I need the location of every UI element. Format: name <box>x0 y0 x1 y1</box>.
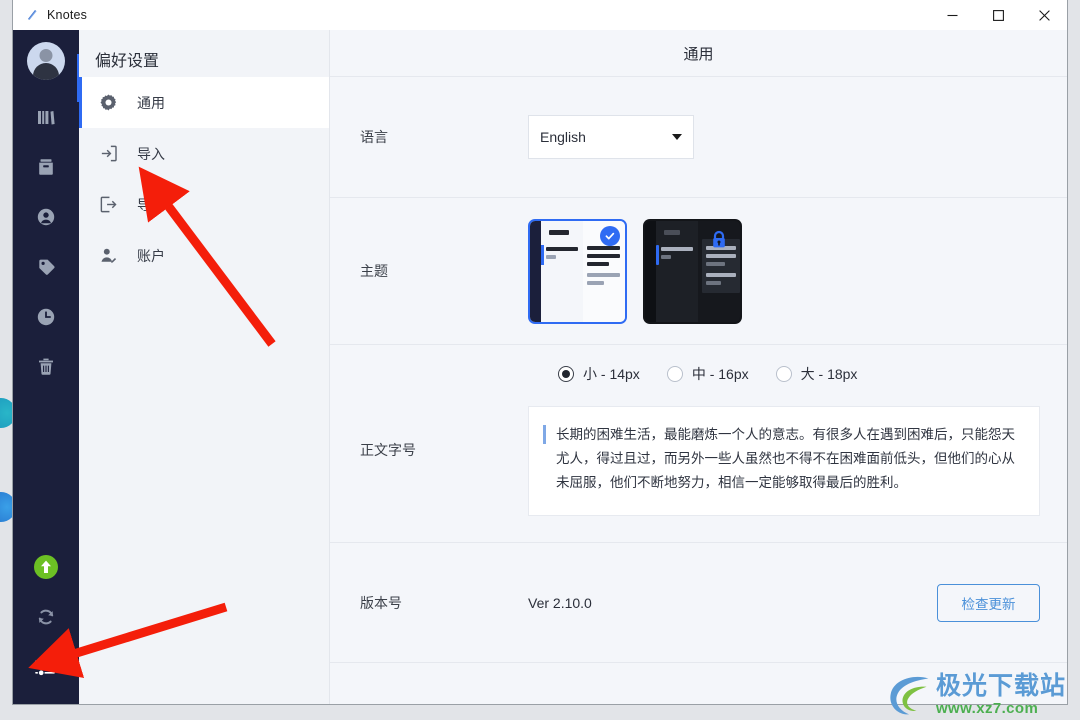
lock-icon <box>710 230 728 250</box>
sidebar-item-label: 账户 <box>137 247 165 264</box>
font-size-option-large[interactable]: 大 - 18px <box>775 364 858 384</box>
upload-arrow-circle-icon[interactable] <box>13 542 79 592</box>
sliders-settings-icon[interactable] <box>13 642 79 692</box>
font-size-option-small[interactable]: 小 - 14px <box>558 364 640 384</box>
theme-card-light[interactable] <box>528 218 627 324</box>
books-library-icon[interactable] <box>13 92 79 142</box>
app-title: Knotes <box>47 8 88 22</box>
window-controls <box>929 0 1067 30</box>
archive-box-icon[interactable] <box>13 142 79 192</box>
trash-bin-icon[interactable] <box>13 342 79 392</box>
font-preview-box: 长期的困难生活，最能磨炼一个人的意志。有很多人在遇到困难后，只能怨天尤人，得过且… <box>528 406 1040 516</box>
person-edit-icon <box>99 245 125 267</box>
rail-top-group <box>13 30 79 392</box>
row-language: 语言 English <box>330 77 1067 198</box>
main-panel: 通用 语言 English 主题 小 - 14px 中 - 16px 大 - 1… <box>330 30 1067 704</box>
settings-nav: 偏好设置 通用 导入 导出 账户 <box>79 30 330 704</box>
screenshot-root: Knotes 偏好设置 通用 导入 导出 账户 通用 语言 English 主题… <box>0 0 1080 720</box>
check-circle-icon <box>600 225 620 246</box>
minimize-icon[interactable] <box>929 0 975 30</box>
gear-icon <box>99 92 125 114</box>
account-circle-icon[interactable] <box>13 192 79 242</box>
version-value: Ver 2.10.0 <box>528 594 592 611</box>
row-version: 版本号 Ver 2.10.0 检查更新 <box>330 543 1067 663</box>
theme-label: 主题 <box>360 263 388 279</box>
tags-icon[interactable] <box>13 242 79 292</box>
page-title: 通用 <box>683 45 714 63</box>
titlebar: Knotes <box>13 0 1067 30</box>
font-preview-text: 长期的困难生活，最能磨炼一个人的意志。有很多人在遇到困难后，只能怨天尤人，得过且… <box>556 427 1015 490</box>
font-size-label: 正文字号 <box>360 442 416 458</box>
settings-nav-title: 偏好设置 <box>95 53 160 70</box>
rail-bottom-group <box>13 542 79 692</box>
watermark: 极光下载站 www.xz7.com <box>886 672 1066 718</box>
theme-card-dark[interactable] <box>643 218 742 324</box>
primary-rail <box>13 30 81 704</box>
font-size-option-medium[interactable]: 中 - 16px <box>666 364 749 384</box>
avatar[interactable] <box>13 30 79 92</box>
chevron-down-icon <box>672 134 682 140</box>
export-arrow-icon <box>99 194 125 216</box>
font-size-option-label: 小 - 14px <box>583 366 640 382</box>
radio-dot <box>666 366 683 382</box>
app-body: 偏好设置 通用 导入 导出 账户 通用 语言 English 主题 小 - 14… <box>13 30 1067 704</box>
watermark-url: www.xz7.com <box>935 700 1039 717</box>
pen-slash-logo-icon <box>19 0 45 30</box>
sidebar-item-export[interactable]: 导出 <box>79 179 329 230</box>
radio-dot <box>775 366 792 382</box>
sidebar-item-label: 导出 <box>137 196 165 213</box>
quote-accent-bar <box>543 425 546 444</box>
language-label: 语言 <box>360 129 388 145</box>
theme-options <box>528 218 1040 324</box>
font-size-option-label: 中 - 16px <box>691 366 749 382</box>
app-window: Knotes 偏好设置 通用 导入 导出 账户 通用 语言 English 主题… <box>12 0 1068 705</box>
sidebar-item-label: 通用 <box>137 94 165 111</box>
import-arrow-icon <box>99 143 125 165</box>
sidebar-item-account[interactable]: 账户 <box>79 230 329 281</box>
font-size-option-label: 大 - 18px <box>800 366 858 382</box>
clock-history-icon[interactable] <box>13 292 79 342</box>
sidebar-item-general[interactable]: 通用 <box>79 77 329 128</box>
close-icon[interactable] <box>1021 0 1067 30</box>
main-header: 通用 <box>330 30 1067 77</box>
radio-dot <box>558 366 574 382</box>
watermark-title: 极光下载站 <box>935 672 1066 700</box>
sync-refresh-icon[interactable] <box>13 592 79 642</box>
language-select[interactable]: English <box>528 115 694 159</box>
row-theme: 主题 <box>330 198 1067 345</box>
watermark-logo-icon <box>890 676 929 715</box>
row-font-size: 小 - 14px 中 - 16px 大 - 18px 正文字号 长期的困难生活，… <box>330 345 1067 543</box>
font-size-radio-group: 小 - 14px 中 - 16px 大 - 18px <box>360 364 884 384</box>
sidebar-item-import[interactable]: 导入 <box>79 128 329 179</box>
sidebar-item-label: 导入 <box>137 145 165 162</box>
maximize-icon[interactable] <box>975 0 1021 30</box>
version-label: 版本号 <box>360 594 402 611</box>
check-update-button[interactable]: 检查更新 <box>937 583 1040 622</box>
language-value: English <box>540 129 586 145</box>
